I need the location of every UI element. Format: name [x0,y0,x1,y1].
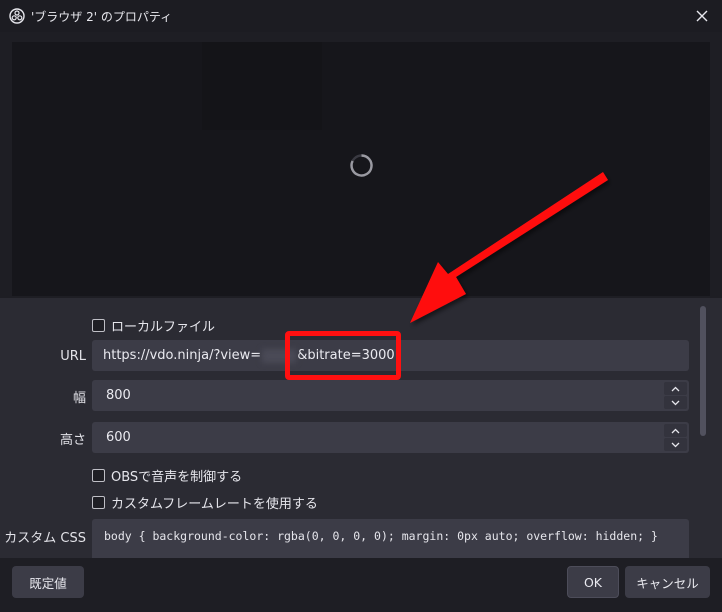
local-file-checkbox[interactable] [92,319,105,332]
custom-css-label: カスタム CSS [4,531,86,546]
title-bar: 'ブラウザ 2' のプロパティ [0,0,722,32]
width-value: 800 [106,388,131,403]
custom-css-textarea[interactable]: body { background-color: rgba(0, 0, 0, 0… [92,519,689,558]
height-label: 高さ [59,433,86,448]
width-increment-button[interactable] [664,382,687,395]
cancel-button[interactable]: キャンセル [625,566,710,598]
control-audio-checkbox-row[interactable]: OBSで音声を制御する [92,466,242,485]
width-decrement-button[interactable] [664,396,687,409]
chevron-up-icon [671,428,680,433]
dialog-footer: 既定値 OK キャンセル [0,558,722,612]
height-spinbox[interactable]: 600 [92,422,689,453]
browser-preview [12,42,710,296]
properties-scrollbar[interactable] [698,304,708,558]
chevron-up-icon [671,386,680,391]
custom-framerate-label: カスタムフレームレートを使用する [111,497,318,512]
ok-button[interactable]: OK [567,566,619,598]
height-decrement-button[interactable] [664,438,687,451]
chevron-down-icon [671,400,680,405]
custom-framerate-checkbox[interactable] [92,496,105,509]
height-value: 600 [106,430,131,445]
height-increment-button[interactable] [664,424,687,437]
spinner-icon [350,154,373,177]
url-value-prefix: https://vdo.ninja/?view= [103,348,262,363]
scroll-thumb[interactable] [700,306,706,436]
control-audio-label: OBSで音声を制御する [111,470,243,485]
annotation-highlight-box [285,331,401,380]
custom-framerate-checkbox-row[interactable]: カスタムフレームレートを使用する [92,493,318,512]
local-file-label: ローカルファイル [111,320,216,335]
control-audio-checkbox[interactable] [92,469,105,482]
preview-content [202,42,322,130]
width-label: 幅 [72,391,86,406]
obs-logo-icon [9,8,25,24]
window-title: 'ブラウザ 2' のプロパティ [31,10,173,24]
width-spinbox[interactable]: 800 [92,380,689,411]
close-button[interactable] [690,4,714,28]
url-label: URL [60,349,86,364]
height-stepper [664,424,687,451]
chevron-down-icon [671,442,680,447]
defaults-button[interactable]: 既定値 [12,566,84,598]
width-stepper [664,382,687,409]
local-file-checkbox-row[interactable]: ローカルファイル [92,316,215,335]
close-icon [696,10,708,22]
